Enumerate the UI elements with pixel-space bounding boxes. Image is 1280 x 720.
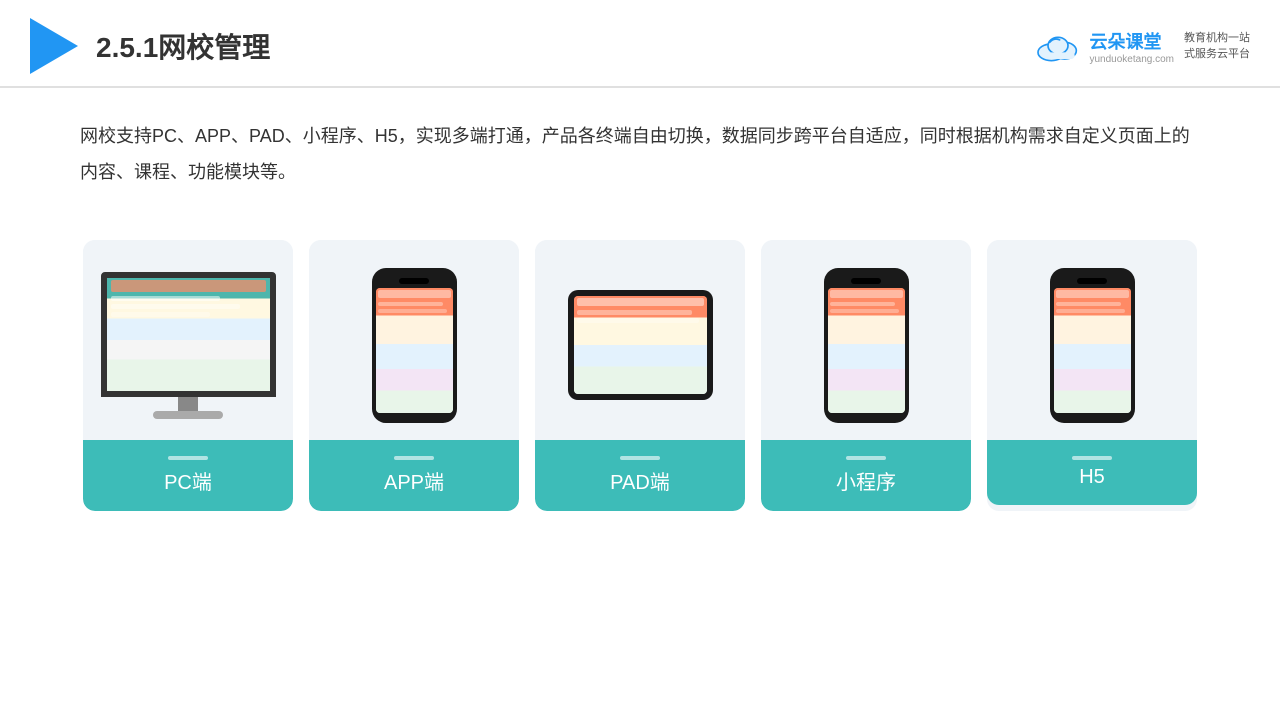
brand-text: 云朵课堂 yunduoketang.com [1089,28,1174,65]
logo-triangle-icon [30,18,78,74]
miniprogram-device [824,268,909,423]
pad-device [568,290,713,400]
phone-screen-mini [828,288,905,413]
pc-image-area [83,240,293,440]
phone-body-mini [824,268,909,423]
label-bar [846,456,886,460]
phone-body-h5 [1050,268,1135,423]
app-image-area [309,240,519,440]
monitor-base [153,411,223,419]
phone-notch [399,278,429,284]
phone-body [372,268,457,423]
header-left: 2.5.1网校管理 [30,18,270,74]
description: 网校支持PC、APP、PAD、小程序、H5，实现多端打通，产品各终端自由切换，数… [0,88,1280,200]
phone-screen [376,288,453,413]
card-app: APP端 [309,240,519,511]
card-miniprogram-label: 小程序 [761,440,971,511]
card-miniprogram: 小程序 [761,240,971,511]
brand-url: yunduoketang.com [1089,54,1174,65]
h5-image-area [987,240,1197,440]
header: 2.5.1网校管理 云朵课堂 yunduoketang.com 教育机构一站 式… [0,0,1280,88]
brand-name: 云朵课堂 [1089,28,1161,54]
description-text: 网校支持PC、APP、PAD、小程序、H5，实现多端打通，产品各终端自由切换，数… [80,118,1200,190]
card-pc: PC端 [83,240,293,511]
tablet-screen [574,296,707,394]
app-device [372,268,457,423]
phone-notch-h5 [1077,278,1107,284]
monitor-neck [178,397,198,411]
card-h5-label: H5 [987,440,1197,505]
page-title: 2.5.1网校管理 [96,26,270,66]
brand-slogan: 教育机构一站 式服务云平台 [1184,30,1250,63]
monitor-screen [101,272,276,397]
miniprogram-image-area [761,240,971,440]
label-bar [1072,456,1112,460]
card-pc-label: PC端 [83,440,293,511]
phone-screen-h5 [1054,288,1131,413]
label-bar [394,456,434,460]
pc-device [98,272,278,419]
card-pad-label: PAD端 [535,440,745,511]
phone-notch-mini [851,278,881,284]
pad-image-area [535,240,745,440]
h5-device [1050,268,1135,423]
label-bar [620,456,660,460]
card-pad: PAD端 [535,240,745,511]
brand-logo: 云朵课堂 yunduoketang.com 教育机构一站 式服务云平台 [1033,28,1250,65]
cards-container: PC端 APP端 [0,210,1280,541]
header-right: 云朵课堂 yunduoketang.com 教育机构一站 式服务云平台 [1033,28,1250,65]
label-bar [168,456,208,460]
tablet-body [568,290,713,400]
cloud-icon [1033,29,1083,64]
card-app-label: APP端 [309,440,519,511]
card-h5: H5 [987,240,1197,511]
